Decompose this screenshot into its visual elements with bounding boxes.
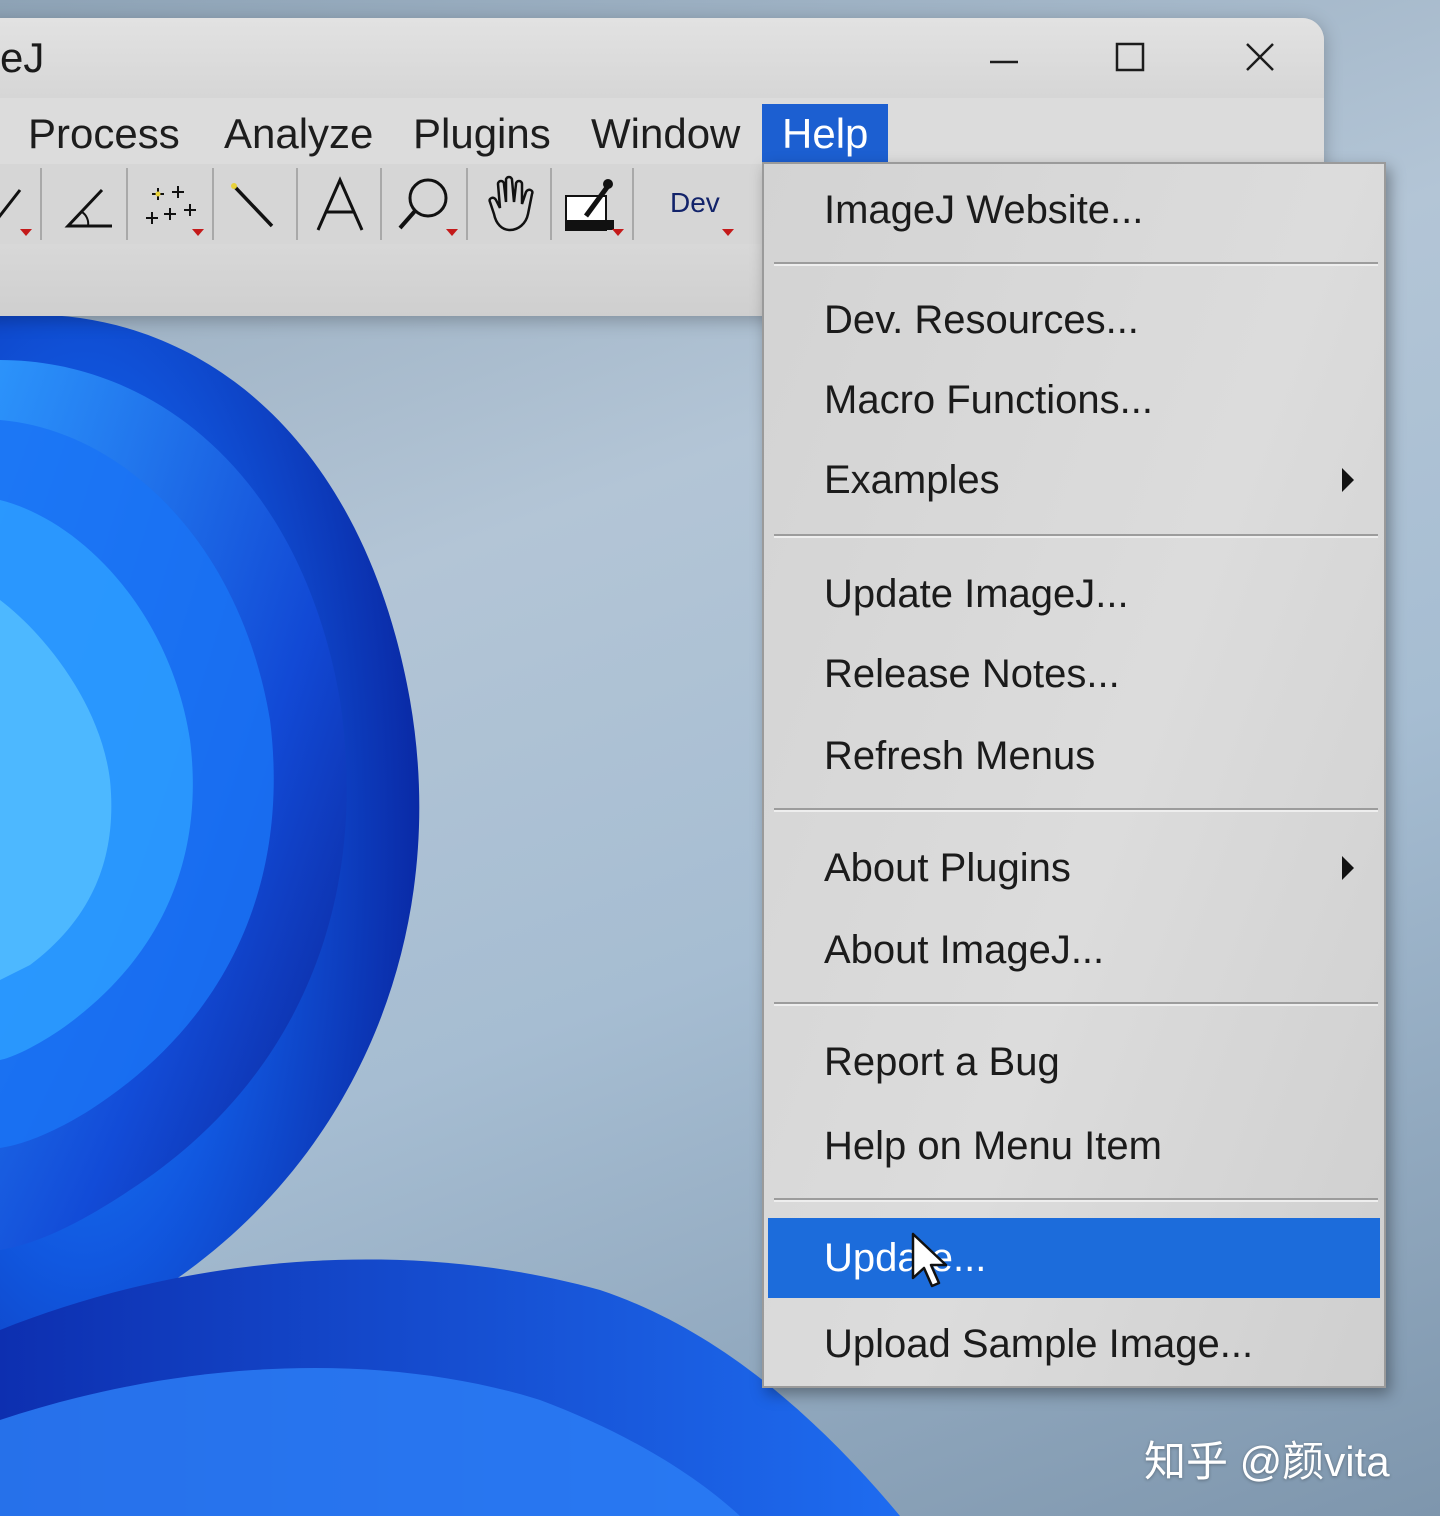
magnifier-tool-button[interactable] xyxy=(382,168,468,240)
svg-text:Dev: Dev xyxy=(670,187,720,218)
watermark: 知乎 @颜vita xyxy=(1144,1438,1390,1485)
menu-item-refresh-menus[interactable]: Refresh Menus xyxy=(768,716,1380,796)
menu-item-examples[interactable]: Examples xyxy=(768,440,1380,520)
menu-item-upload-sample-image[interactable]: Upload Sample Image... xyxy=(768,1304,1380,1384)
menu-item-label: Refresh Menus xyxy=(824,734,1096,778)
maximize-button[interactable] xyxy=(1098,32,1162,82)
window-title: eJ xyxy=(0,34,45,81)
minimize-button[interactable] xyxy=(972,32,1036,82)
wand-tool-icon xyxy=(231,183,274,228)
hand-tool-button[interactable] xyxy=(468,168,552,240)
titlebar: eJ xyxy=(0,18,1324,98)
hand-tool-icon xyxy=(488,175,534,232)
menu-item-macro-functions[interactable]: Macro Functions... xyxy=(768,360,1380,440)
menu-item-update[interactable]: Update... xyxy=(768,1218,1380,1298)
menu-item-dev-resources[interactable]: Dev. Resources... xyxy=(768,280,1380,360)
menu-item-label: Release Notes... xyxy=(824,652,1120,696)
color-picker-tool-button[interactable] xyxy=(552,168,634,240)
menu-item-label: ImageJ Website... xyxy=(824,188,1144,232)
menu-item-label: Examples xyxy=(824,458,1000,502)
dropdown-indicator-icon xyxy=(20,229,32,236)
wand-tool-button[interactable] xyxy=(214,168,298,240)
menu-window[interactable]: Window xyxy=(571,104,760,164)
menu-analyze[interactable]: Analyze xyxy=(204,104,393,164)
menubar: Process Analyze Plugins Window Help xyxy=(0,98,1324,164)
point-tool-button[interactable] xyxy=(128,168,214,240)
text-tool-button[interactable] xyxy=(298,168,382,240)
dropdown-indicator-icon xyxy=(192,229,204,236)
line-tool-button[interactable] xyxy=(0,168,42,240)
submenu-arrow-icon xyxy=(1342,468,1354,492)
menu-item-label: Macro Functions... xyxy=(824,378,1154,422)
menu-item-release-notes[interactable]: Release Notes... xyxy=(768,634,1380,714)
menu-item-report-bug[interactable]: Report a Bug xyxy=(768,1022,1380,1102)
dropdown-indicator-icon xyxy=(612,229,624,236)
dropdown-indicator-icon xyxy=(446,229,458,236)
menu-separator xyxy=(774,1198,1378,1202)
menu-separator xyxy=(774,1002,1378,1006)
minimize-icon xyxy=(990,60,1018,64)
menu-item-about-plugins[interactable]: About Plugins xyxy=(768,828,1380,908)
menu-item-label: Help on Menu Item xyxy=(824,1124,1162,1168)
dropdown-indicator-icon xyxy=(722,229,734,236)
help-menu-dropdown: ImageJ Website... Dev. Resources... Macr… xyxy=(762,162,1386,1388)
menu-separator xyxy=(774,262,1378,266)
menu-item-imagej-website[interactable]: ImageJ Website... xyxy=(768,170,1380,250)
menu-item-label: Report a Bug xyxy=(824,1040,1060,1084)
menu-item-label: Upload Sample Image... xyxy=(824,1322,1254,1366)
mouse-pointer-icon xyxy=(911,1232,948,1288)
close-button[interactable] xyxy=(1228,32,1292,82)
menu-item-label: Update... xyxy=(824,1236,987,1280)
menu-process[interactable]: Process xyxy=(8,104,200,164)
text-tool-icon xyxy=(316,176,364,231)
maximize-icon xyxy=(1115,42,1145,72)
menu-separator xyxy=(774,534,1378,538)
desktop: eJ Process Analyze Plugins Window Help D… xyxy=(0,0,1440,1516)
menu-item-label: About Plugins xyxy=(824,846,1071,890)
angle-tool-button[interactable] xyxy=(42,168,128,240)
dev-tool-button[interactable]: Dev xyxy=(656,168,742,240)
menu-item-about-imagej[interactable]: About ImageJ... xyxy=(768,910,1380,990)
menu-separator xyxy=(774,808,1378,812)
close-icon xyxy=(1246,43,1274,71)
title-clip: eJ xyxy=(0,18,60,98)
menu-item-update-imagej[interactable]: Update ImageJ... xyxy=(768,554,1380,634)
menu-item-label: Update ImageJ... xyxy=(824,572,1129,616)
menu-item-help-on-menu-item[interactable]: Help on Menu Item xyxy=(768,1106,1380,1186)
menu-help[interactable]: Help xyxy=(762,104,889,164)
menu-item-label: Dev. Resources... xyxy=(824,298,1139,342)
menu-item-label: About ImageJ... xyxy=(824,928,1105,972)
submenu-arrow-icon xyxy=(1342,856,1354,880)
angle-tool-icon xyxy=(64,188,112,228)
menu-plugins[interactable]: Plugins xyxy=(393,104,571,164)
